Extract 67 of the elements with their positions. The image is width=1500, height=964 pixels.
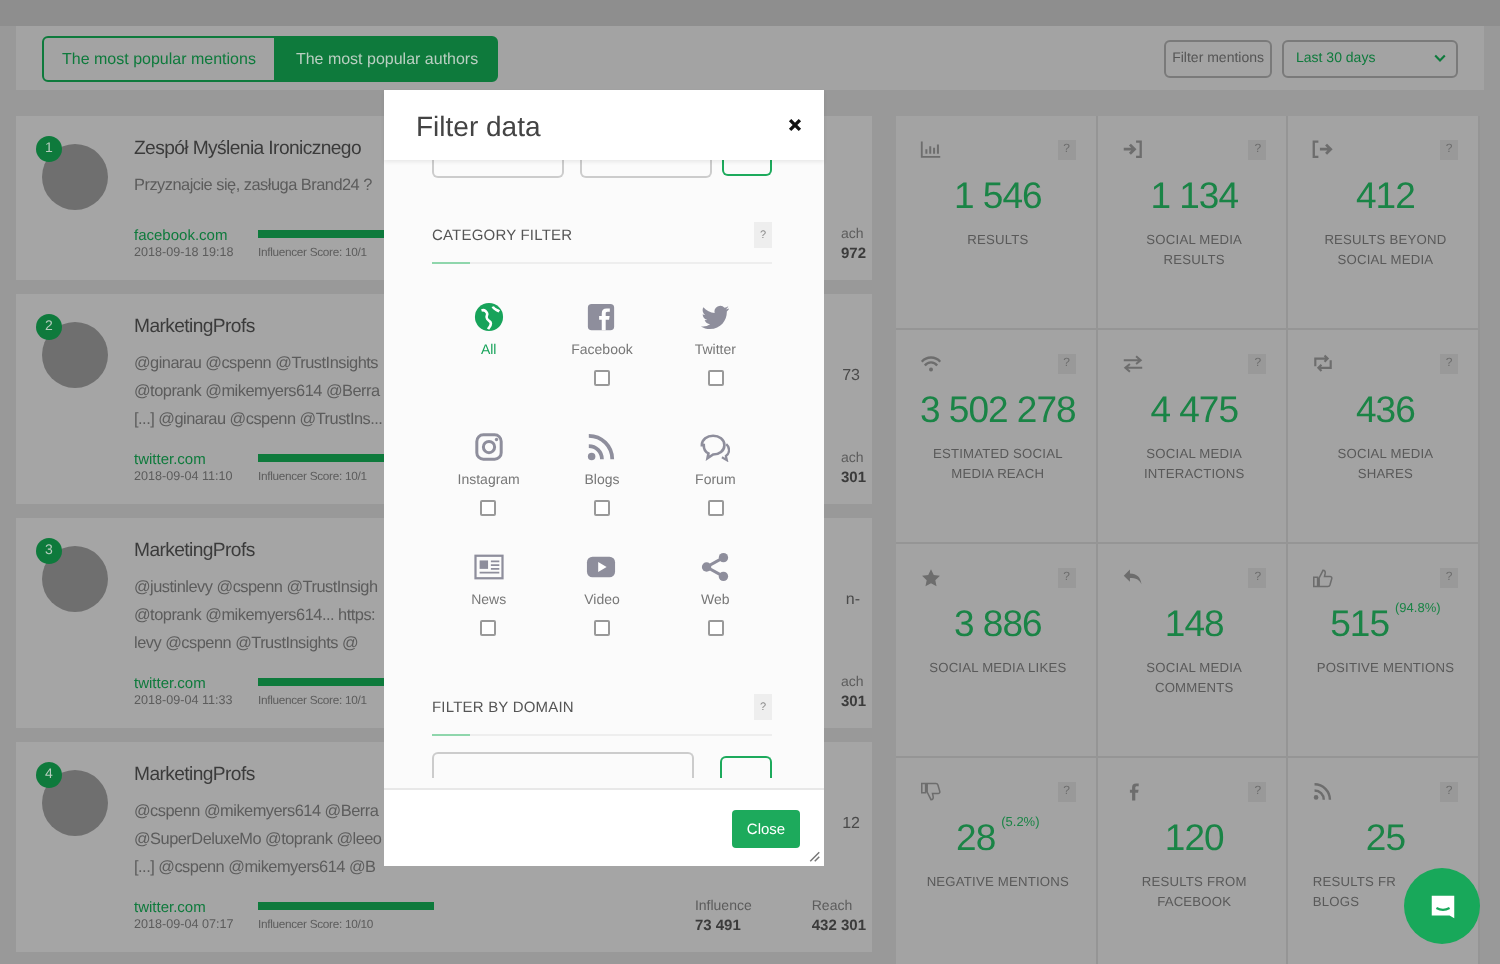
author-name: MarketingProfs [134, 316, 257, 338]
domain-input-field[interactable] [432, 752, 695, 778]
stat-value: 4 475 [1150, 388, 1238, 432]
checkbox[interactable] [593, 370, 610, 386]
mention-text: Przyznajcie się, zasługa Brand24 ? [134, 174, 374, 198]
stat-value: 120 [1164, 816, 1224, 860]
sign-out-icon [1312, 140, 1335, 160]
value-input-field[interactable] [579, 160, 712, 178]
stat-value: 3 502 278 [920, 388, 1076, 432]
retweet-icon [1312, 354, 1335, 374]
checkbox[interactable] [707, 370, 724, 386]
author-name: Zespół Myślenia Ironicznego [134, 138, 363, 160]
instagram-icon[interactable] [473, 432, 504, 462]
chat-icon [1427, 891, 1457, 921]
mention-text: @justinlevy @cspenn @TrustInsigh @toprank @mikemyers614... https: levy @cspenn @TrustInsights @ [134, 576, 380, 656]
bar-chart-icon [920, 140, 942, 160]
rss-icon[interactable] [586, 432, 617, 462]
share-icon[interactable] [700, 552, 731, 582]
wifi-icon [920, 354, 942, 374]
add-domain-button[interactable] [720, 756, 772, 778]
thumbs-up-icon [1312, 568, 1335, 588]
checkbox[interactable] [480, 500, 497, 516]
stat-value: 1 134 [1150, 174, 1238, 218]
newspaper-icon[interactable] [473, 552, 504, 582]
chat-bubbles-icon[interactable] [700, 432, 731, 462]
text-fragment: n- [845, 590, 860, 608]
mention-text: @ginarau @cspenn @TrustInsights @toprank @mikemyers614 @Berra [...] @ginarau @cspenn @TrustIns... [134, 352, 385, 432]
checkbox[interactable] [707, 500, 724, 516]
checkbox[interactable] [480, 620, 497, 636]
tab[interactable]: The most popular mentions [42, 35, 276, 81]
stat-value: 515 [1330, 602, 1389, 646]
stat-value: 3 886 [954, 602, 1042, 646]
star-icon [920, 568, 942, 588]
author-name: MarketingProfs [134, 540, 257, 562]
thumbs-down-icon [920, 782, 942, 802]
stat-value: 148 [1164, 602, 1224, 646]
twitter-bird-icon[interactable] [700, 302, 731, 332]
condition-dropdown[interactable] [432, 160, 564, 178]
text-fragment: 12 [842, 814, 860, 832]
avatar-placeholder [42, 322, 108, 388]
avatar-placeholder [42, 144, 108, 210]
stat-value: 436 [1356, 388, 1415, 432]
tab[interactable]: The most popular authors [275, 35, 499, 81]
stat-value: 1 546 [954, 174, 1042, 218]
exchange-arrows-icon [1121, 354, 1144, 374]
globe-icon[interactable] [473, 302, 504, 332]
checkbox[interactable] [707, 620, 724, 636]
avatar-placeholder [42, 770, 108, 836]
stat-value: 28 [956, 816, 996, 860]
rss-icon [1312, 782, 1335, 802]
search-button[interactable] [721, 160, 773, 176]
stat-value: 25 [1365, 816, 1405, 860]
avatar-placeholder [42, 546, 108, 612]
sign-in-icon [1121, 140, 1144, 160]
facebook-icon[interactable] [586, 302, 617, 332]
stat-value: 412 [1356, 174, 1415, 218]
close-icon[interactable] [788, 118, 802, 132]
mention-text: @cspenn @mikemyers614 @Berra @SuperDeluxeMo @toprank @leeo [...] @cspenn @mikemyers614 @B [134, 800, 384, 880]
resize-grip-icon[interactable] [808, 850, 820, 862]
play-button-icon[interactable] [586, 552, 617, 582]
reply-arrow-icon [1121, 568, 1144, 588]
checkbox[interactable] [593, 620, 610, 636]
text-fragment: 73 [842, 366, 860, 384]
checkbox[interactable] [593, 500, 610, 516]
chevron-down-icon [1434, 54, 1446, 62]
author-name: MarketingProfs [134, 764, 257, 786]
dialog-title: Filter data [416, 109, 541, 141]
